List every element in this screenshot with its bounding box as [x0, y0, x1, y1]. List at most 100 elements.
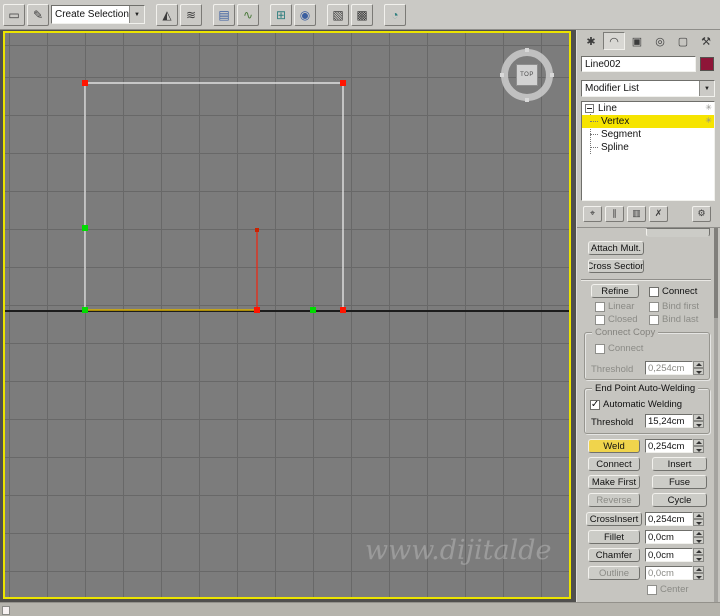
spinner-down-icon[interactable]	[693, 421, 704, 428]
selection-region-icon[interactable]: ▭	[3, 3, 25, 26]
connect-button[interactable]: Connect	[588, 457, 640, 471]
make-unique-icon[interactable]: ▥	[627, 205, 646, 222]
tab-motion-icon[interactable]: ◎	[649, 32, 671, 50]
reverse-button[interactable]: Reverse	[588, 493, 640, 507]
configure-modifier-sets-icon[interactable]: ⚙	[692, 205, 711, 222]
fuse-button[interactable]: Fuse	[652, 475, 707, 489]
closed-checkbox[interactable]: Closed	[595, 314, 638, 325]
vertex-marker[interactable]	[340, 307, 346, 313]
checkbox-box[interactable]	[595, 301, 605, 312]
fillet-field[interactable]	[645, 530, 693, 544]
center-checkbox[interactable]: Center	[647, 584, 689, 595]
dropdown-arrow-icon[interactable]: ▼	[129, 6, 144, 23]
spinner-down-icon[interactable]	[693, 368, 704, 375]
tab-create-icon[interactable]: ✱	[580, 32, 602, 50]
viewport-top[interactable]: TOP www.dijitalde	[3, 31, 571, 599]
mini-listener-fragment[interactable]	[2, 606, 10, 615]
attach-mult-button[interactable]: Attach Mult.	[588, 241, 644, 255]
edit-named-selections-icon[interactable]: ✎	[27, 3, 49, 26]
checkbox-box[interactable]	[649, 314, 659, 325]
stack-row-vertex[interactable]: Vertex ✳	[582, 115, 714, 128]
layer-manager-icon[interactable]: ▤	[213, 3, 235, 26]
viewcube-gizmo[interactable]: TOP	[500, 48, 554, 102]
cycle-button[interactable]: Cycle	[652, 493, 707, 507]
spinner-up-icon[interactable]	[693, 530, 704, 537]
gizmo-view-label[interactable]: TOP	[516, 64, 538, 86]
modifier-list-dropdown[interactable]: Modifier List ▼	[581, 80, 715, 97]
outline-field[interactable]	[645, 566, 693, 580]
outline-button[interactable]: Outline	[588, 566, 640, 580]
dropdown-arrow-icon[interactable]: ▼	[699, 81, 714, 96]
chamfer-spinner[interactable]	[645, 548, 704, 562]
fillet-spinner[interactable]	[645, 530, 704, 544]
threshold-field[interactable]	[645, 414, 693, 428]
connect-copy-threshold-spinner[interactable]	[645, 361, 704, 375]
tab-utilities-icon[interactable]: ⚒	[695, 32, 717, 50]
refine-connect-checkbox[interactable]: Connect	[649, 286, 697, 297]
checkbox-box[interactable]	[649, 286, 659, 297]
chamfer-field[interactable]	[645, 548, 693, 562]
insert-button[interactable]: Insert	[652, 457, 707, 471]
spinner-down-icon[interactable]	[693, 446, 704, 453]
weld-button[interactable]: Weld	[588, 439, 640, 453]
mirror-icon[interactable]: ◭	[156, 3, 178, 26]
make-first-button[interactable]: Make First	[588, 475, 640, 489]
outline-spinner[interactable]	[645, 566, 704, 580]
schematic-view-icon[interactable]: ⊞	[270, 3, 292, 26]
automatic-welding-checkbox[interactable]: ✓ Automatic Welding	[590, 399, 682, 410]
align-icon[interactable]: ≋	[180, 3, 202, 26]
cross-insert-field[interactable]	[645, 512, 693, 526]
spinner-up-icon[interactable]	[693, 548, 704, 555]
object-name-field[interactable]	[581, 56, 696, 72]
vertex-marker[interactable]	[82, 80, 88, 86]
material-editor-icon[interactable]: ◉	[294, 3, 316, 26]
vertex-marker[interactable]	[255, 228, 259, 232]
tab-display-icon[interactable]: ▢	[672, 32, 694, 50]
linear-checkbox[interactable]: Linear	[595, 301, 634, 312]
end-vertex-marker[interactable]	[82, 225, 88, 231]
checkbox-box[interactable]	[647, 584, 657, 595]
spinner-down-icon[interactable]	[693, 555, 704, 562]
render-setup-icon[interactable]: ▧	[327, 3, 349, 26]
quick-render-icon[interactable]: ◔	[384, 3, 406, 26]
tab-modify-icon[interactable]: ◠	[603, 32, 625, 50]
modifier-stack[interactable]: Line ✳ Vertex ✳ Segment Spline	[581, 101, 715, 201]
spinner-down-icon[interactable]	[693, 573, 704, 580]
spline-shape[interactable]	[5, 33, 569, 597]
spinner-up-icon[interactable]	[693, 361, 704, 368]
stack-row-segment[interactable]: Segment	[582, 128, 714, 141]
bind-last-checkbox[interactable]: Bind last	[649, 314, 698, 325]
stack-row-line[interactable]: Line ✳	[582, 102, 714, 115]
spinner-up-icon[interactable]	[693, 512, 704, 519]
spinner-up-icon[interactable]	[693, 414, 704, 421]
checkbox-box[interactable]	[595, 314, 605, 325]
stack-row-spline[interactable]: Spline	[582, 141, 714, 154]
scrollbar-thumb[interactable]	[714, 228, 718, 318]
chamfer-button[interactable]: Chamfer	[588, 548, 640, 562]
refine-button[interactable]: Refine	[591, 284, 639, 298]
curve-editor-icon[interactable]: ∿	[237, 3, 259, 26]
cross-insert-button[interactable]: CrossInsert	[586, 512, 642, 526]
end-vertex-marker[interactable]	[310, 307, 316, 313]
connect-copy-checkbox[interactable]: Connect	[595, 343, 643, 354]
spinner-down-icon[interactable]	[693, 537, 704, 544]
rendered-frame-icon[interactable]: ▩	[351, 3, 373, 26]
spinner-up-icon[interactable]	[693, 566, 704, 573]
remove-modifier-icon[interactable]: ✗	[649, 205, 668, 222]
weld-value-field[interactable]	[645, 439, 693, 453]
panel-scrollbar[interactable]	[714, 228, 718, 603]
collapse-icon[interactable]	[585, 104, 594, 113]
vertex-marker[interactable]	[254, 307, 260, 313]
spinner-up-icon[interactable]	[693, 439, 704, 446]
fillet-button[interactable]: Fillet	[588, 530, 640, 544]
weld-value-spinner[interactable]	[645, 439, 704, 453]
tab-hierarchy-icon[interactable]: ▣	[626, 32, 648, 50]
threshold-field[interactable]	[645, 361, 693, 375]
checkbox-box[interactable]	[595, 343, 605, 354]
partial-hidden-control[interactable]	[646, 228, 710, 237]
spinner-down-icon[interactable]	[693, 519, 704, 526]
show-end-result-icon[interactable]: ∥	[605, 205, 624, 222]
bind-first-checkbox[interactable]: Bind first	[649, 301, 699, 312]
named-selection-set-combo[interactable]: Create Selection Se ▼	[51, 5, 145, 24]
pin-stack-icon[interactable]: ⌖	[583, 205, 602, 222]
